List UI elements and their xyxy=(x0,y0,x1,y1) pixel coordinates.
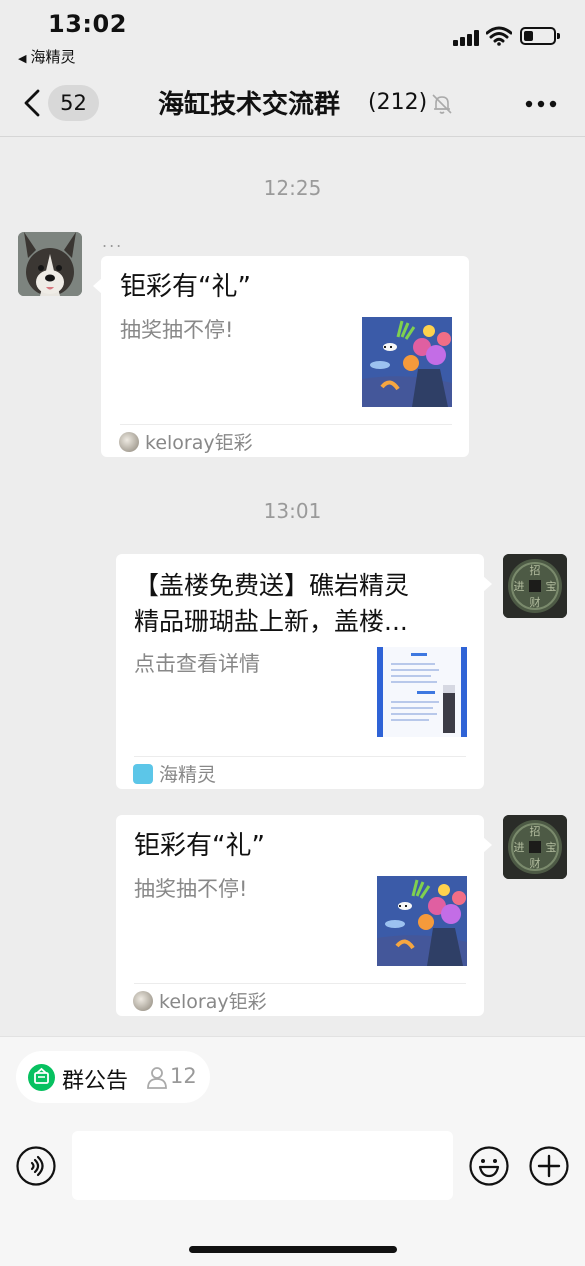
cellular-signal-icon xyxy=(453,30,479,46)
link-card-message[interactable]: 钜彩有“礼” 抽奖抽不停! keloray钜彩 xyxy=(93,256,469,457)
more-options-icon[interactable] xyxy=(525,100,557,108)
card-source-label: keloray钜彩 xyxy=(159,991,267,1013)
card-description: 点击查看详情 xyxy=(134,652,260,676)
group-notice-label: 群公告 xyxy=(62,1069,129,1094)
svg-text:财: 财 xyxy=(530,595,541,609)
svg-text:招: 招 xyxy=(530,824,541,838)
plus-icon[interactable] xyxy=(529,1146,569,1186)
card-description: 抽奖抽不停! xyxy=(134,877,248,901)
card-source: keloray钜彩 xyxy=(119,428,253,455)
card-description: 抽奖抽不停! xyxy=(120,318,234,342)
message-timestamp: 13:01 xyxy=(263,499,322,523)
status-bar: 13:02 ◀ 海精灵 xyxy=(0,0,585,70)
chat-title: 海缸技术交流群 xyxy=(158,90,341,120)
haijingling-logo-icon xyxy=(133,764,153,784)
svg-text:财: 财 xyxy=(530,856,541,870)
keloray-logo-icon xyxy=(133,991,153,1011)
battery-icon xyxy=(520,27,560,45)
card-source-label: 海精灵 xyxy=(159,764,217,786)
back-app-label: 海精灵 xyxy=(30,48,76,66)
card-title: 钜彩有“礼” xyxy=(134,831,265,861)
announcement-icon xyxy=(28,1064,55,1091)
avatar-coin[interactable]: 招 财 进 宝 xyxy=(503,815,567,879)
avatar-dog[interactable] xyxy=(18,232,82,296)
message-timestamp: 12:25 xyxy=(263,176,322,200)
card-source: keloray钜彩 xyxy=(133,987,267,1014)
chat-header: 52 海缸技术交流群 (212) xyxy=(0,70,585,137)
group-notice-button[interactable]: 群公告 12 xyxy=(16,1051,210,1103)
svg-text:宝: 宝 xyxy=(546,579,557,593)
link-card-message[interactable]: 钜彩有“礼” 抽奖抽不停! keloray钜彩 xyxy=(116,815,492,1016)
group-member-count: (212) xyxy=(368,90,428,115)
card-source: 海精灵 xyxy=(133,760,216,787)
wifi-icon xyxy=(486,26,512,46)
back-to-app-link[interactable]: ◀ 海精灵 xyxy=(18,46,75,67)
svg-text:进: 进 xyxy=(514,580,525,593)
coin-avatar-image: 招 财 进 宝 xyxy=(503,815,567,879)
coin-avatar-image: 招 财 进 宝 xyxy=(503,554,567,618)
person-icon xyxy=(147,1067,167,1089)
coral-thumbnail-image xyxy=(362,317,452,407)
voice-input-icon[interactable] xyxy=(16,1146,56,1186)
document-thumbnail-image xyxy=(377,647,467,737)
card-title: 钜彩有“礼” xyxy=(120,272,251,302)
coral-thumbnail-image xyxy=(377,876,467,966)
message-input[interactable] xyxy=(72,1131,453,1200)
link-card-message[interactable]: 【盖楼免费送】礁岩精灵 精品珊瑚盐上新，盖楼... 点击查看详情 海精灵 xyxy=(116,554,492,789)
card-title-line2: 精品珊瑚盐上新，盖楼... xyxy=(134,607,408,636)
svg-text:招: 招 xyxy=(530,563,541,577)
home-indicator[interactable] xyxy=(189,1246,397,1253)
card-title-line1: 【盖楼免费送】礁岩精灵 xyxy=(134,571,410,600)
status-time: 13:02 xyxy=(48,10,127,38)
svg-text:宝: 宝 xyxy=(546,840,557,854)
emoji-icon[interactable] xyxy=(469,1146,509,1186)
sender-name: ... xyxy=(102,232,124,251)
keloray-logo-icon xyxy=(119,432,139,452)
mute-bell-icon xyxy=(432,94,452,114)
back-chevron-icon[interactable] xyxy=(22,88,42,118)
svg-text:进: 进 xyxy=(514,841,525,854)
dog-avatar-image xyxy=(18,232,82,296)
unread-count-badge[interactable]: 52 xyxy=(48,85,99,121)
notice-read-count: 12 xyxy=(170,1064,197,1088)
card-source-label: keloray钜彩 xyxy=(145,432,253,454)
avatar-coin[interactable]: 招 财 进 宝 xyxy=(503,554,567,618)
back-triangle-icon: ◀ xyxy=(18,52,27,65)
